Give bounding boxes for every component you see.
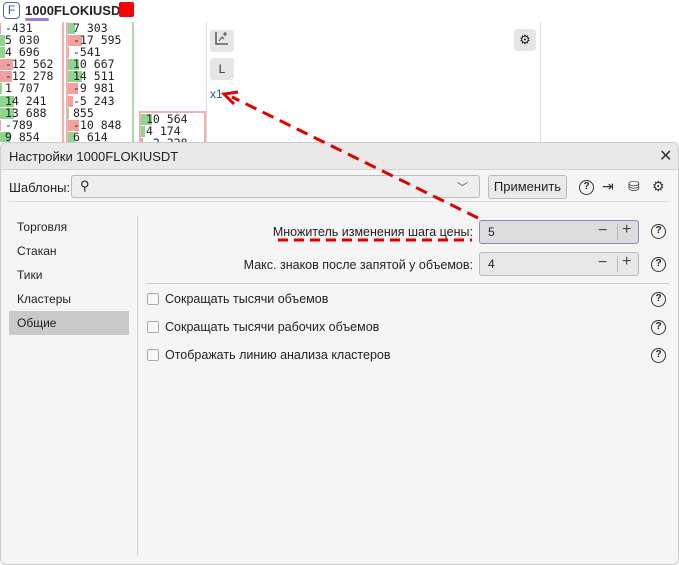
volume-decimals-stepper[interactable]: 4 − + bbox=[479, 252, 639, 276]
help-icon[interactable]: ? bbox=[651, 257, 666, 272]
checkbox[interactable] bbox=[147, 349, 159, 361]
volume-cell: -9 981 bbox=[68, 82, 132, 95]
help-icon[interactable]: ? bbox=[651, 320, 666, 335]
help-icon[interactable]: ? bbox=[579, 180, 594, 195]
volume-bar bbox=[141, 126, 146, 138]
nav-item[interactable]: Кластеры bbox=[9, 287, 129, 311]
volume-column-3: 10 5644 174-2 228 bbox=[139, 111, 206, 142]
volume-bar bbox=[68, 107, 69, 119]
divider bbox=[9, 201, 669, 202]
volume-cell: 13 688 bbox=[0, 107, 62, 119]
volume-column-1: -431 5 030 4 696 -12 562 -12 278 1 707 14 241 1… bbox=[0, 22, 64, 142]
stepper-value[interactable]: 5 bbox=[488, 225, 495, 239]
settings-dialog: Настройки 1000FLOKIUSDT ✕ Шаблоны: ⚲ ﹀ П… bbox=[0, 142, 679, 565]
arrow-head bbox=[220, 90, 239, 106]
volume-bar bbox=[0, 47, 5, 59]
nav-item[interactable]: Стакан bbox=[9, 239, 129, 263]
volume-cell: 1 707 bbox=[0, 82, 62, 95]
divider bbox=[146, 283, 669, 284]
templates-select[interactable]: ⚲ ﹀ bbox=[71, 175, 480, 198]
symbol-tab[interactable]: 1000FLOKIUSDT bbox=[25, 3, 128, 18]
nav-item[interactable]: Тики bbox=[9, 263, 129, 287]
level-button[interactable]: L bbox=[210, 58, 234, 80]
checkbox-label[interactable]: Сокращать тысячи рабочих объемов bbox=[165, 320, 379, 334]
checkbox-label[interactable]: Сокращать тысячи объемов bbox=[165, 292, 328, 306]
exchange-logo: F bbox=[3, 2, 20, 19]
gear-icon[interactable]: ⚙ bbox=[514, 29, 536, 51]
minus-icon[interactable]: − bbox=[598, 222, 607, 240]
status-indicator bbox=[119, 2, 134, 17]
minus-icon[interactable]: − bbox=[598, 254, 607, 272]
stepper-value[interactable]: 4 bbox=[488, 257, 495, 271]
search-icon: ⚲ bbox=[80, 178, 90, 193]
field-label-volume-decimals: Макс. знаков после запятой у объемов: bbox=[243, 258, 473, 272]
multiplier-label[interactable]: x1 bbox=[210, 87, 223, 101]
help-icon[interactable]: ? bbox=[651, 292, 666, 307]
volume-bar bbox=[68, 47, 69, 59]
plus-icon[interactable]: + bbox=[622, 253, 631, 271]
import-icon[interactable]: ⇥ bbox=[602, 178, 614, 195]
help-icon[interactable]: ? bbox=[651, 224, 666, 239]
divider bbox=[540, 22, 541, 142]
top-bar: F 1000FLOKIUSDT bbox=[0, 0, 679, 22]
nav-item[interactable]: Общие bbox=[9, 311, 129, 335]
divider bbox=[206, 22, 207, 142]
volume-column-2: 7 303 -17 595 -541 10 667 14 511 -9 981 -5 243… bbox=[66, 22, 134, 142]
dialog-header: Настройки 1000FLOKIUSDT ✕ bbox=[1, 143, 678, 170]
close-icon[interactable]: ✕ bbox=[659, 146, 672, 166]
apply-button[interactable]: Применить bbox=[488, 175, 567, 199]
templates-label: Шаблоны: bbox=[9, 180, 71, 195]
volume-value: 9 854 bbox=[5, 129, 40, 142]
volume-value: 6 614 bbox=[73, 129, 108, 142]
help-icon[interactable]: ? bbox=[651, 348, 666, 363]
volume-cell: 6 614 bbox=[68, 131, 132, 142]
checkbox[interactable] bbox=[147, 293, 159, 305]
volume-cell: -5 243 bbox=[68, 95, 132, 107]
volume-cell: 855 bbox=[68, 107, 132, 119]
volume-cell: 14 241 bbox=[0, 95, 62, 107]
volume-bar bbox=[0, 119, 1, 131]
volume-bar bbox=[0, 83, 2, 95]
gear-icon[interactable]: ⚙ bbox=[652, 178, 665, 195]
chart-add-icon[interactable] bbox=[210, 30, 234, 52]
field-label-price-step-multiplier: Множитель изменения шага цены: bbox=[272, 225, 473, 239]
database-save-icon[interactable]: ⛁ bbox=[628, 178, 640, 195]
volume-cell: 9 854 bbox=[0, 131, 62, 142]
nav-item[interactable]: Торговля bbox=[9, 215, 129, 239]
checkbox[interactable] bbox=[147, 321, 159, 333]
checkbox-label[interactable]: Отображать линию анализа кластеров bbox=[165, 348, 391, 362]
chevron-down-icon: ﹀ bbox=[457, 182, 468, 194]
plus-icon[interactable]: + bbox=[622, 221, 631, 239]
symbol-underline bbox=[25, 18, 49, 21]
divider bbox=[137, 216, 138, 556]
price-step-multiplier-stepper[interactable]: 5 − + bbox=[479, 220, 639, 244]
dialog-title: Настройки 1000FLOKIUSDT bbox=[9, 149, 179, 164]
